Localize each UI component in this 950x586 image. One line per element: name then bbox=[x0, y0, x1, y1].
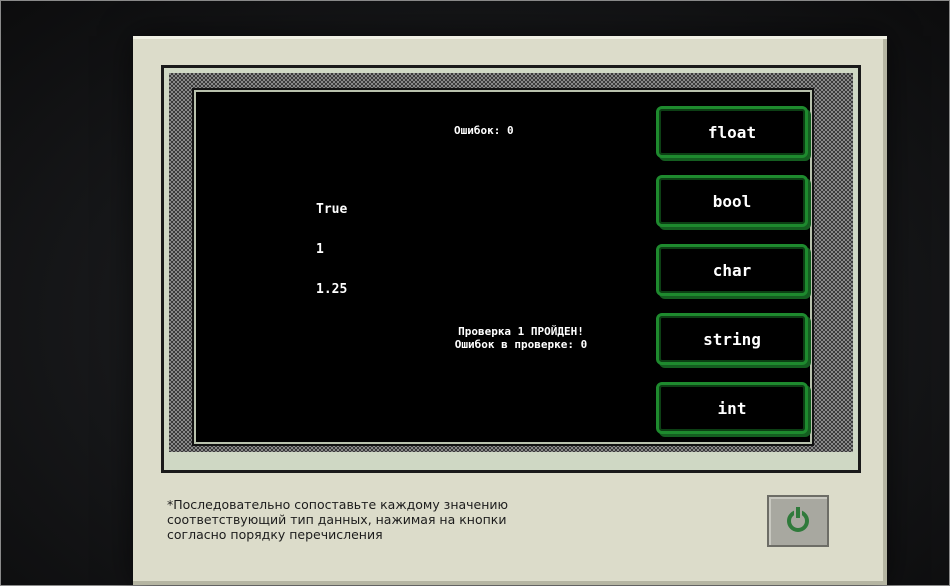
type-button-float[interactable]: float bbox=[656, 106, 808, 158]
instructions-line: соответствующий тип данных, нажимая на к… bbox=[167, 512, 507, 527]
retro-monitor: Ошибок: 0 True 1 1.25 Проверка 1 ПРОЙДЕН… bbox=[133, 36, 887, 585]
monitor-bezel: Ошибок: 0 True 1 1.25 Проверка 1 ПРОЙДЕН… bbox=[161, 65, 861, 473]
instructions-text: *Последовательно сопоставьте каждому зна… bbox=[167, 497, 727, 542]
type-button-char[interactable]: char bbox=[656, 244, 808, 296]
value-item: 1 bbox=[316, 242, 324, 257]
power-button[interactable] bbox=[767, 495, 829, 547]
value-item: True bbox=[316, 202, 348, 217]
value-item: 1.25 bbox=[316, 282, 348, 297]
instructions-line: согласно порядку перечисления bbox=[167, 527, 383, 542]
type-button-bool[interactable]: bool bbox=[656, 175, 808, 227]
instructions-line: *Последовательно сопоставьте каждому зна… bbox=[167, 497, 509, 512]
check-status-line: Проверка 1 ПРОЙДЕН! bbox=[458, 325, 584, 338]
power-icon bbox=[787, 507, 809, 532]
monitor-screen: Ошибок: 0 True 1 1.25 Проверка 1 ПРОЙДЕН… bbox=[192, 88, 814, 446]
type-button-int[interactable]: int bbox=[656, 382, 808, 434]
type-button-string[interactable]: string bbox=[656, 313, 808, 365]
check-errors-line: Ошибок в проверке: 0 bbox=[454, 338, 588, 351]
check-status: Проверка 1 ПРОЙДЕН! Ошибок в проверке: 0 bbox=[426, 325, 616, 351]
errors-counter: Ошибок: 0 bbox=[454, 124, 514, 137]
